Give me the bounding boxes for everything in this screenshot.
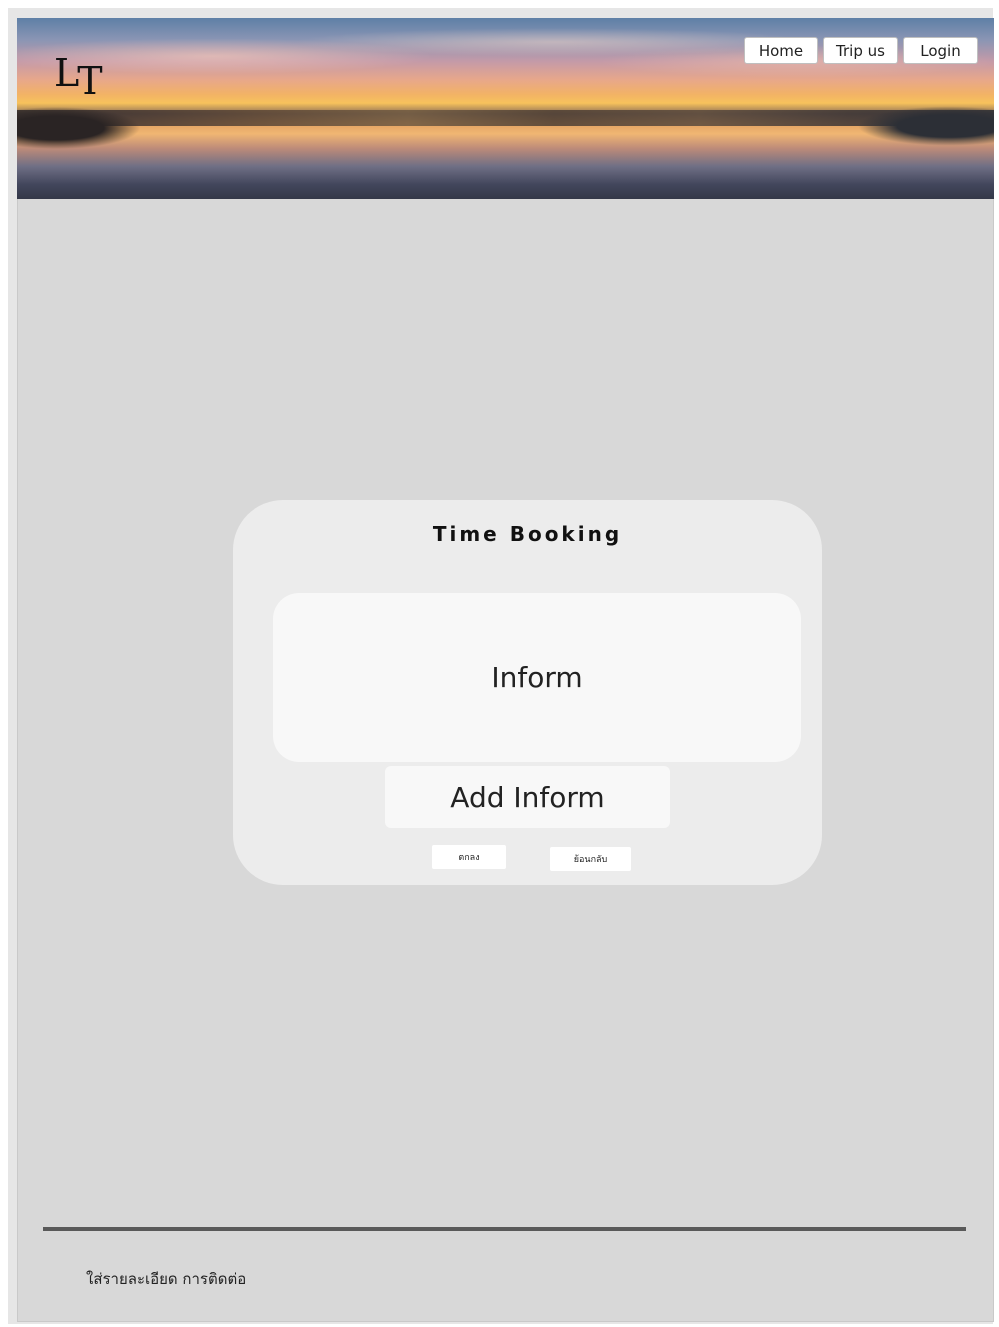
logo-letter-l: L [54,51,79,95]
add-inform-label: Add Inform [450,780,605,814]
nav-login-button[interactable]: Login [903,37,978,64]
add-inform-button[interactable]: Add Inform [385,766,670,828]
footer-contact-text: ใส่รายละเอียด การติดต่อ [86,1270,247,1288]
footer-divider [43,1227,966,1231]
booking-title: Time Booking [432,522,623,546]
site-logo[interactable]: LT [54,51,103,100]
logo-letter-t: T [77,59,102,103]
nav-trip-us-button[interactable]: Trip us [823,37,898,64]
inform-label: Inform [491,661,583,694]
banner-island-left [17,98,147,158]
back-button[interactable]: ย้อนกลับ [550,847,631,871]
top-nav: Home Trip us Login [744,37,978,64]
banner-island-right [844,96,994,156]
nav-home-button[interactable]: Home [744,37,818,64]
time-booking-card: Time Booking Inform Add Inform ตกลง ย้อน… [233,500,822,885]
ok-button[interactable]: ตกลง [432,845,506,869]
inform-box[interactable]: Inform [273,593,801,762]
